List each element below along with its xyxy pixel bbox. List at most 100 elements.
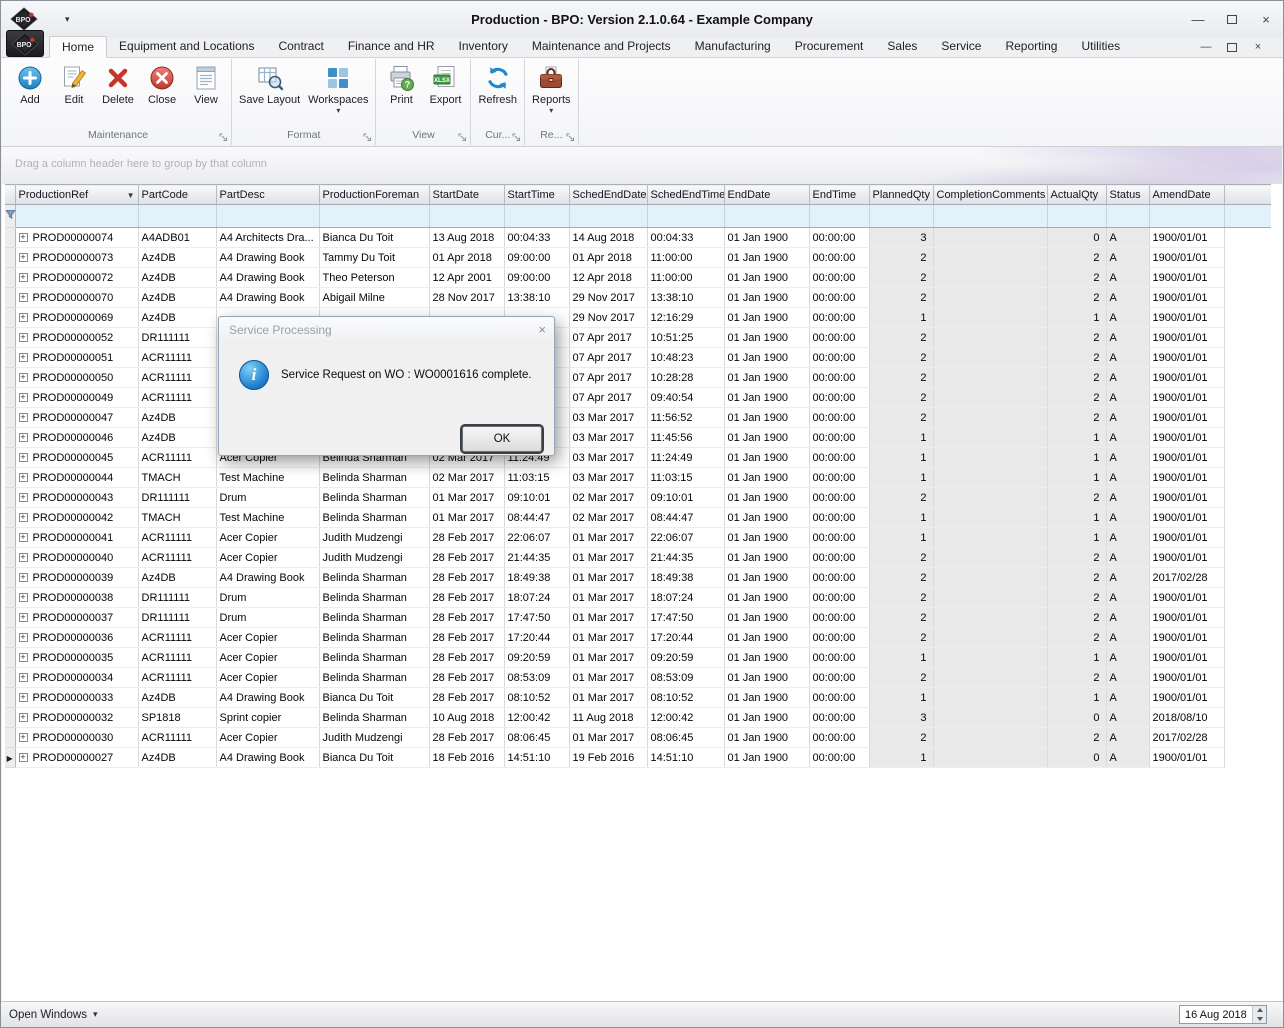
- expand-row-icon[interactable]: +: [18, 232, 28, 242]
- cell-schedendtime[interactable]: 18:07:24: [647, 587, 725, 608]
- cell-partcode[interactable]: ACR11111: [138, 347, 217, 368]
- cell-partcode[interactable]: DR111111: [138, 327, 217, 348]
- refresh-button[interactable]: Refresh: [474, 59, 521, 106]
- cell-schedendtime[interactable]: 08:53:09: [647, 667, 725, 688]
- cell-completioncomments[interactable]: [933, 447, 1048, 468]
- cell-productionref[interactable]: + PROD00000040: [15, 547, 139, 568]
- cell-productionref[interactable]: + PROD00000035: [15, 647, 139, 668]
- cell-enddate[interactable]: 01 Jan 1900: [724, 667, 810, 688]
- tab-contract[interactable]: Contract: [266, 36, 335, 57]
- cell-plannedqty[interactable]: 2: [869, 667, 934, 688]
- expand-row-icon[interactable]: +: [18, 312, 28, 322]
- cell-enddate[interactable]: 01 Jan 1900: [724, 707, 810, 728]
- expand-row-icon[interactable]: +: [18, 712, 28, 722]
- tab-equipment-and-locations[interactable]: Equipment and Locations: [107, 36, 266, 57]
- cell-completioncomments[interactable]: [933, 727, 1048, 748]
- cell-actualqty[interactable]: 1: [1047, 467, 1107, 488]
- cell-productionref[interactable]: + PROD00000030: [15, 727, 139, 748]
- cell-amenddate[interactable]: 1900/01/01: [1149, 507, 1225, 528]
- cell-plannedqty[interactable]: 2: [869, 607, 934, 628]
- cell-amenddate[interactable]: 1900/01/01: [1149, 367, 1225, 388]
- cell-actualqty[interactable]: 2: [1047, 387, 1107, 408]
- cell-actualqty[interactable]: 1: [1047, 307, 1107, 328]
- cell-plannedqty[interactable]: 2: [869, 247, 934, 268]
- cell-plannedqty[interactable]: 2: [869, 587, 934, 608]
- cell-actualqty[interactable]: 0: [1047, 227, 1107, 248]
- cell-enddate[interactable]: 01 Jan 1900: [724, 647, 810, 668]
- cell-actualqty[interactable]: 2: [1047, 487, 1107, 508]
- cell-productionref[interactable]: + PROD00000051: [15, 347, 139, 368]
- cell-status[interactable]: A: [1106, 687, 1150, 708]
- cell-partdesc[interactable]: Acer Copier: [216, 667, 320, 688]
- cell-amenddate[interactable]: 1900/01/01: [1149, 227, 1225, 248]
- expand-row-icon[interactable]: +: [18, 292, 28, 302]
- tab-manufacturing[interactable]: Manufacturing: [683, 36, 783, 57]
- column-header-schedendtime[interactable]: SchedEndTime: [647, 184, 725, 205]
- cell-completioncomments[interactable]: [933, 287, 1048, 308]
- expand-row-icon[interactable]: +: [18, 592, 28, 602]
- cell-actualqty[interactable]: 2: [1047, 287, 1107, 308]
- cell-completioncomments[interactable]: [933, 667, 1048, 688]
- cell-partcode[interactable]: Az4DB: [138, 687, 217, 708]
- cell-partcode[interactable]: TMACH: [138, 467, 217, 488]
- cell-partcode[interactable]: ACR11111: [138, 727, 217, 748]
- delete-button[interactable]: Delete: [96, 59, 140, 106]
- cell-partcode[interactable]: ACR11111: [138, 527, 217, 548]
- cell-plannedqty[interactable]: 1: [869, 687, 934, 708]
- cell-partcode[interactable]: DR111111: [138, 487, 217, 508]
- cell-status[interactable]: A: [1106, 487, 1150, 508]
- cell-completioncomments[interactable]: [933, 367, 1048, 388]
- cell-startdate[interactable]: 13 Aug 2018: [429, 227, 505, 248]
- cell-starttime[interactable]: 11:03:15: [504, 467, 570, 488]
- cell-partcode[interactable]: Az4DB: [138, 267, 217, 288]
- cell-productionforeman[interactable]: Belinda Sharman: [319, 607, 430, 628]
- filter-cell-startdate[interactable]: [429, 204, 505, 228]
- cell-starttime[interactable]: 12:00:42: [504, 707, 570, 728]
- cell-amenddate[interactable]: 1900/01/01: [1149, 307, 1225, 328]
- cell-enddate[interactable]: 01 Jan 1900: [724, 627, 810, 648]
- cell-schedendtime[interactable]: 11:56:52: [647, 407, 725, 428]
- cell-schedendtime[interactable]: 21:44:35: [647, 547, 725, 568]
- cell-status[interactable]: A: [1106, 507, 1150, 528]
- open-windows-button[interactable]: Open Windows ▾: [9, 1009, 98, 1021]
- cell-schedendtime[interactable]: 10:51:25: [647, 327, 725, 348]
- cell-completioncomments[interactable]: [933, 267, 1048, 288]
- cell-partcode[interactable]: Az4DB: [138, 407, 217, 428]
- cell-endtime[interactable]: 00:00:00: [809, 507, 870, 528]
- cell-partcode[interactable]: Az4DB: [138, 427, 217, 448]
- cell-schedendtime[interactable]: 13:38:10: [647, 287, 725, 308]
- cell-endtime[interactable]: 00:00:00: [809, 547, 870, 568]
- cell-enddate[interactable]: 01 Jan 1900: [724, 247, 810, 268]
- cell-startdate[interactable]: 28 Feb 2017: [429, 607, 505, 628]
- tab-inventory[interactable]: Inventory: [447, 36, 520, 57]
- cell-starttime[interactable]: 09:20:59: [504, 647, 570, 668]
- cell-partcode[interactable]: ACR11111: [138, 387, 217, 408]
- cell-schedenddate[interactable]: 01 Mar 2017: [569, 567, 648, 588]
- cell-completioncomments[interactable]: [933, 607, 1048, 628]
- cell-partdesc[interactable]: Drum: [216, 587, 320, 608]
- cell-startdate[interactable]: 28 Feb 2017: [429, 567, 505, 588]
- cell-status[interactable]: A: [1106, 347, 1150, 368]
- cell-partcode[interactable]: TMACH: [138, 507, 217, 528]
- cell-schedendtime[interactable]: 09:20:59: [647, 647, 725, 668]
- cell-schedenddate[interactable]: 12 Apr 2018: [569, 267, 648, 288]
- cell-startdate[interactable]: 01 Mar 2017: [429, 507, 505, 528]
- filter-cell-schedendtime[interactable]: [647, 204, 725, 228]
- cell-completioncomments[interactable]: [933, 307, 1048, 328]
- cell-schedenddate[interactable]: 01 Mar 2017: [569, 727, 648, 748]
- cell-starttime[interactable]: 17:47:50: [504, 607, 570, 628]
- close-button[interactable]: ×: [1249, 1, 1283, 37]
- cell-partcode[interactable]: ACR11111: [138, 667, 217, 688]
- spinner-up-icon[interactable]: [1253, 1006, 1266, 1015]
- cell-amenddate[interactable]: 1900/01/01: [1149, 667, 1225, 688]
- cell-completioncomments[interactable]: [933, 687, 1048, 708]
- cell-plannedqty[interactable]: 2: [869, 367, 934, 388]
- cell-productionref[interactable]: + PROD00000050: [15, 367, 139, 388]
- reports-button[interactable]: Reports ▾: [528, 59, 575, 115]
- edit-button[interactable]: Edit: [52, 59, 96, 106]
- cell-partcode[interactable]: Az4DB: [138, 247, 217, 268]
- cell-enddate[interactable]: 01 Jan 1900: [724, 367, 810, 388]
- cell-status[interactable]: A: [1106, 627, 1150, 648]
- cell-amenddate[interactable]: 1900/01/01: [1149, 627, 1225, 648]
- cell-amenddate[interactable]: 1900/01/01: [1149, 687, 1225, 708]
